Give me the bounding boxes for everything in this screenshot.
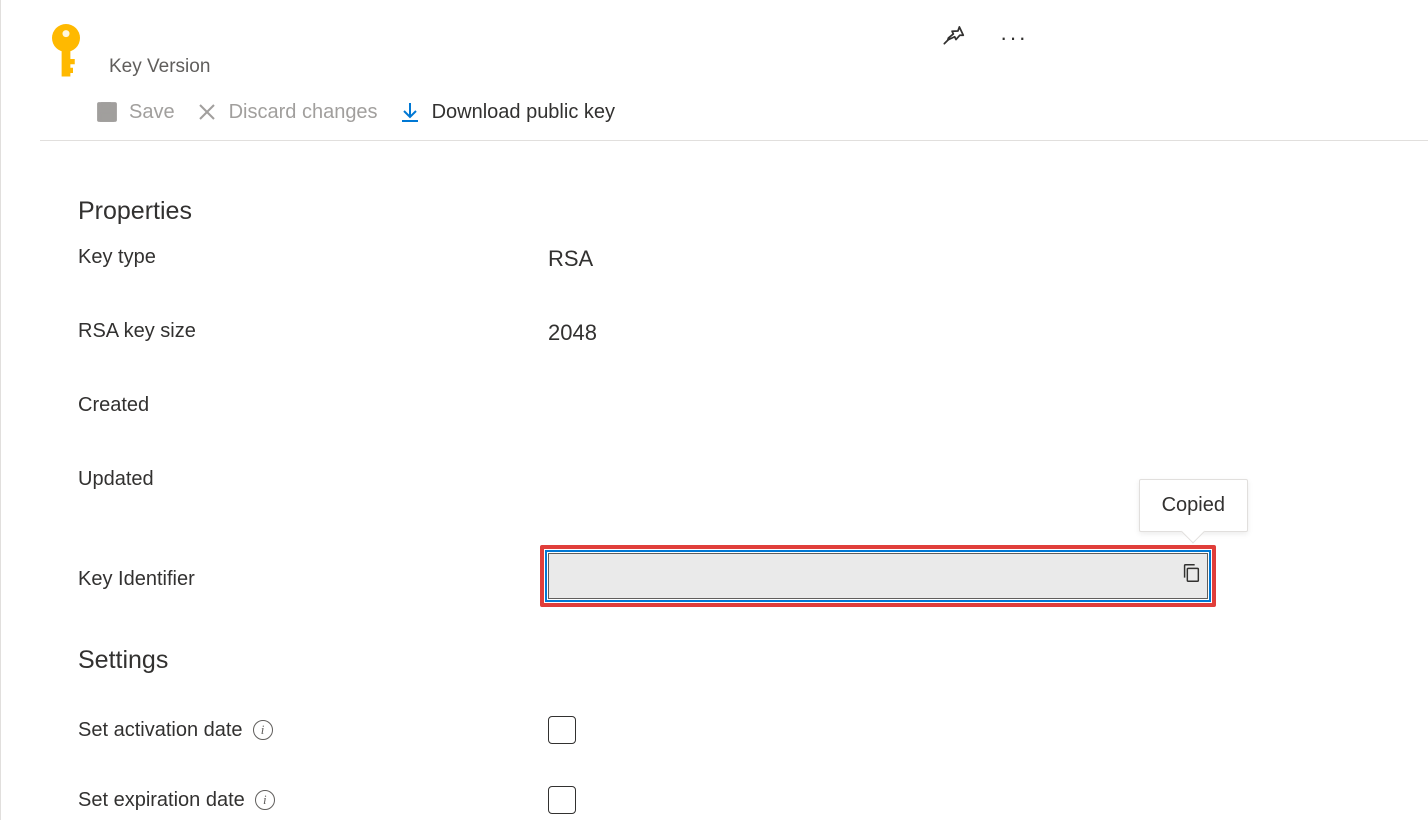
page-header: Key Version ···: [0, 0, 1428, 88]
save-button[interactable]: Save: [95, 100, 175, 124]
copy-button[interactable]: [1180, 562, 1202, 590]
download-icon: [398, 100, 422, 124]
download-public-key-button[interactable]: Download public key: [398, 100, 615, 124]
key-identifier-input[interactable]: [548, 553, 1208, 599]
properties-heading: Properties: [78, 197, 1368, 226]
key-icon: [45, 24, 87, 80]
toolbar: Save Discard changes Download public key: [40, 88, 1428, 141]
copied-tooltip: Copied: [1139, 479, 1248, 532]
discard-button[interactable]: Discard changes: [195, 100, 378, 124]
rsa-key-size-label: RSA key size: [78, 320, 548, 343]
pin-button[interactable]: [940, 22, 966, 53]
key-type-value: RSA: [548, 246, 1368, 272]
copy-icon: [1180, 562, 1202, 584]
key-type-label: Key type: [78, 246, 548, 269]
updated-label: Updated: [78, 468, 548, 491]
created-label: Created: [78, 394, 548, 417]
page-subtitle: Key Version: [109, 56, 210, 78]
rsa-key-size-value: 2048: [548, 320, 1368, 346]
info-icon[interactable]: i: [255, 790, 275, 810]
save-label: Save: [129, 101, 175, 124]
settings-heading: Settings: [78, 646, 1368, 675]
download-label: Download public key: [432, 101, 615, 124]
set-activation-date-checkbox[interactable]: [548, 716, 576, 744]
set-expiration-date-checkbox[interactable]: [548, 786, 576, 814]
key-identifier-label: Key Identifier: [78, 568, 548, 591]
set-activation-date-label: Set activation date i: [78, 719, 548, 742]
discard-label: Discard changes: [229, 101, 378, 124]
set-expiration-date-label: Set expiration date i: [78, 789, 548, 812]
info-icon[interactable]: i: [253, 720, 273, 740]
more-icon[interactable]: ···: [1000, 25, 1028, 51]
